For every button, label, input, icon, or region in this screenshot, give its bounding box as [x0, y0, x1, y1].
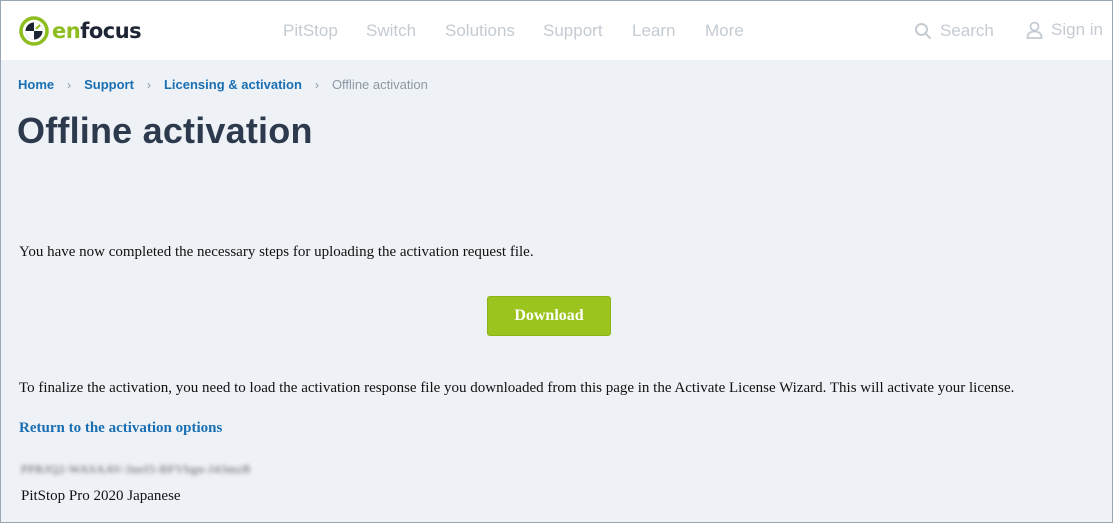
- enfocus-logo-icon: [19, 16, 49, 46]
- breadcrumb-support[interactable]: Support: [84, 77, 134, 92]
- chevron-right-icon: ›: [67, 77, 72, 92]
- site-header: enfocus PitStop Switch Solutions Support…: [1, 1, 1112, 60]
- enfocus-logo[interactable]: enfocus: [19, 15, 142, 47]
- breadcrumb: Home › Support › Licensing & activation …: [18, 77, 428, 92]
- nav-item-solutions[interactable]: Solutions: [445, 21, 515, 41]
- finalize-text: To finalize the activation, you need to …: [19, 380, 1015, 396]
- nav-item-pitstop[interactable]: PitStop: [283, 21, 338, 41]
- product-name: PitStop Pro 2020 Japanese: [21, 488, 181, 504]
- license-key: PPRJQ2-WASAAV-3neI5-BFVbgn-J43mzB: [21, 462, 251, 476]
- breadcrumb-home[interactable]: Home: [18, 77, 54, 92]
- nav-item-more[interactable]: More: [705, 21, 744, 41]
- logo-wordmark: enfocus: [52, 19, 142, 43]
- intro-text: You have now completed the necessary ste…: [19, 244, 534, 260]
- sign-in-button[interactable]: Sign in: [1026, 20, 1103, 40]
- breadcrumb-licensing[interactable]: Licensing & activation: [164, 77, 302, 92]
- nav-item-learn[interactable]: Learn: [632, 21, 675, 41]
- download-button[interactable]: Download: [487, 296, 611, 336]
- search-button[interactable]: Search: [914, 21, 994, 41]
- nav-item-switch[interactable]: Switch: [366, 21, 416, 41]
- search-icon: [915, 23, 931, 39]
- sign-in-label: Sign in: [1051, 20, 1103, 39]
- chevron-right-icon: ›: [146, 77, 151, 92]
- page-title: Offline activation: [17, 110, 313, 151]
- nav-item-support[interactable]: Support: [543, 21, 603, 41]
- breadcrumb-current: Offline activation: [331, 77, 428, 92]
- return-to-activation-options-link[interactable]: Return to the activation options: [19, 420, 222, 437]
- chevron-right-icon: ›: [314, 77, 319, 92]
- user-icon: [1026, 21, 1043, 39]
- search-label: Search: [940, 21, 994, 40]
